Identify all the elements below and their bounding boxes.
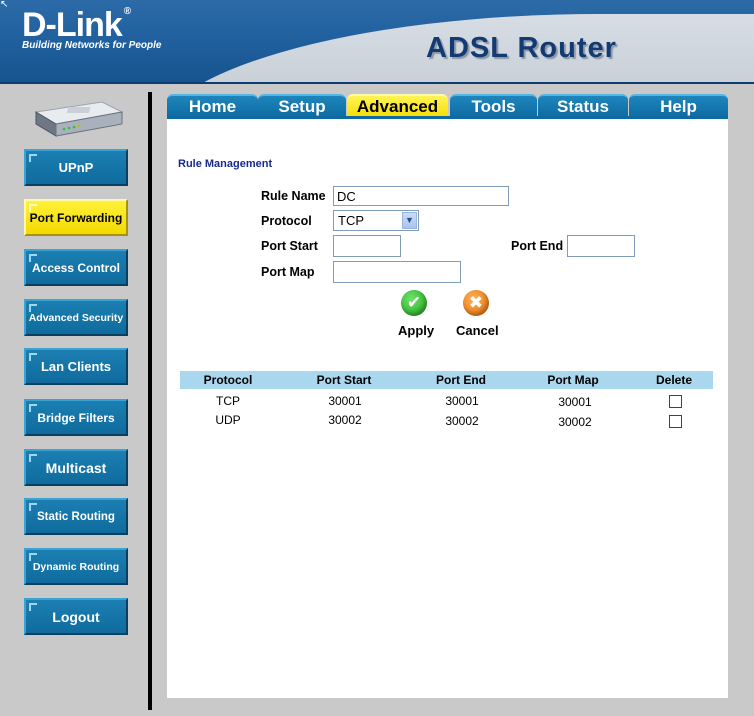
- tab-label: Advanced: [356, 97, 439, 116]
- sidebar-item-label: UPnP: [58, 160, 94, 175]
- tab-label: Setup: [278, 97, 326, 116]
- column-header-port-end: Port End: [436, 373, 486, 387]
- port-end-label: Port End: [511, 239, 564, 253]
- port-map-label: Port Map: [261, 265, 315, 279]
- button-corner-mark: [29, 454, 37, 462]
- cell-port-end: 30002: [445, 414, 479, 428]
- button-corner-mark: [29, 404, 37, 412]
- tab-underline: [167, 116, 728, 119]
- sidebar-item-label: Bridge Filters: [37, 410, 115, 425]
- protocol-select[interactable]: TCP ▼: [333, 210, 419, 231]
- sidebar-item-label: Multicast: [45, 459, 107, 476]
- column-header-delete: Delete: [655, 373, 693, 387]
- sidebar-item-logout[interactable]: Logout: [24, 598, 128, 635]
- router-device-image: [34, 101, 124, 137]
- sidebar-item-dynamic-routing[interactable]: Dynamic Routing: [24, 548, 128, 585]
- protocol-label: Protocol: [261, 214, 312, 228]
- rule-name-label: Rule Name: [261, 189, 326, 203]
- tab-label: Tools: [471, 97, 516, 116]
- sidebar-item-access-control[interactable]: Access Control: [24, 249, 128, 286]
- port-start-input[interactable]: [333, 235, 401, 257]
- sidebar-item-static-routing[interactable]: Static Routing: [24, 498, 128, 535]
- cell-protocol: TCP: [216, 394, 240, 408]
- chevron-down-icon[interactable]: ▼: [402, 212, 417, 229]
- column-header-port-start: Port Start: [316, 373, 372, 387]
- logo-text: D-Link: [22, 6, 123, 44]
- sidebar-item-label: Dynamic Routing: [32, 560, 120, 573]
- header-divider: [0, 82, 754, 84]
- tab-status[interactable]: Status: [538, 94, 628, 118]
- delete-checkbox[interactable]: [669, 415, 682, 428]
- sidebar-item-port-forwarding[interactable]: Port Forwarding: [24, 199, 128, 236]
- protocol-selected-value: TCP: [338, 213, 364, 228]
- main-tabs: Home Setup Advanced Tools Status Help: [167, 94, 728, 118]
- close-icon[interactable]: ✖: [463, 290, 489, 316]
- button-corner-mark: [29, 254, 37, 262]
- tab-home[interactable]: Home: [167, 94, 258, 118]
- sidebar-item-multicast[interactable]: Multicast: [24, 449, 128, 486]
- page-header: ↖ D-Link ® Building Networks for People A…: [0, 0, 754, 84]
- sidebar-item-advanced-security[interactable]: Advanced Security: [24, 299, 128, 336]
- logo-tagline: Building Networks for People: [22, 40, 162, 51]
- sidebar-item-label: Logout: [52, 608, 100, 625]
- tab-setup[interactable]: Setup: [258, 94, 346, 118]
- cell-port-map: 30001: [558, 395, 592, 409]
- tab-label: Home: [188, 97, 237, 116]
- apply-button[interactable]: Apply: [398, 323, 434, 338]
- tab-advanced[interactable]: Advanced: [347, 94, 448, 118]
- button-corner-mark: [29, 353, 37, 361]
- sidebar-item-label: Advanced Security: [28, 311, 124, 324]
- button-corner-mark: [29, 304, 37, 312]
- sidebar-item-label: Access Control: [31, 260, 121, 275]
- column-header-protocol: Protocol: [203, 373, 253, 387]
- rule-name-input[interactable]: [333, 186, 509, 206]
- port-end-input[interactable]: [567, 235, 635, 257]
- sidebar-item-lan-clients[interactable]: Lan Clients: [24, 348, 128, 385]
- sidebar-item-bridge-filters[interactable]: Bridge Filters: [24, 399, 128, 436]
- button-corner-mark: [29, 204, 37, 212]
- sidebar-item-label: Static Routing: [37, 510, 115, 523]
- column-header-port-map: Port Map: [547, 373, 599, 387]
- sidebar-item-label: Lan Clients: [40, 359, 112, 374]
- sidebar-item-upnp[interactable]: UPnP: [24, 149, 128, 186]
- section-title: Rule Management: [178, 158, 273, 170]
- cell-port-map: 30002: [558, 415, 592, 429]
- tab-label: Status: [557, 97, 609, 116]
- cursor-icon: ↖: [0, 0, 9, 10]
- tab-label: Help: [660, 97, 697, 116]
- checkmark-icon[interactable]: ✔: [401, 290, 427, 316]
- delete-checkbox[interactable]: [669, 395, 682, 408]
- cell-port-end: 30001: [445, 394, 479, 408]
- button-corner-mark: [29, 503, 37, 511]
- cell-port-start: 30002: [328, 413, 362, 427]
- sidebar-divider: [148, 92, 152, 710]
- registered-mark: ®: [123, 6, 131, 17]
- cancel-button[interactable]: Cancel: [456, 323, 499, 338]
- tab-help[interactable]: Help: [629, 94, 728, 118]
- cell-port-start: 30001: [328, 394, 362, 408]
- rules-table-header: Protocol Port Start Port End Port Map De…: [180, 371, 713, 389]
- product-title: ADSL Router: [426, 32, 617, 64]
- cell-protocol: UDP: [215, 413, 241, 427]
- button-corner-mark: [29, 603, 37, 611]
- button-corner-mark: [29, 154, 37, 162]
- sidebar-item-label: Port Forwarding: [29, 210, 123, 225]
- button-corner-mark: [29, 553, 37, 561]
- tab-tools[interactable]: Tools: [450, 94, 537, 118]
- port-map-input[interactable]: [333, 261, 461, 283]
- port-start-label: Port Start: [261, 239, 318, 253]
